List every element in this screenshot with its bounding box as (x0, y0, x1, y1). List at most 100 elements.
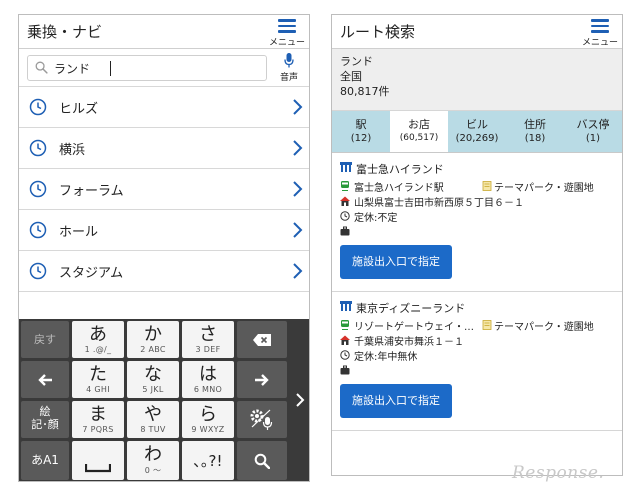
page-title: ルート検索 (340, 23, 416, 41)
history-item[interactable]: フォーラム (19, 169, 309, 210)
briefcase-icon (340, 365, 350, 375)
history-item[interactable]: スタジアム (19, 251, 309, 292)
undo-key[interactable]: 戻す (21, 321, 69, 358)
category-label: テーマパーク・遊園地 (482, 318, 594, 333)
category-tabs: 駅 (12) お店 (60,517) ビル (20,269) 住所 (18) バス停 (1… (332, 111, 622, 153)
address: 千葉県浦安市舞浜１－１ (340, 333, 614, 348)
chevron-right-icon (293, 140, 303, 156)
hamburger-icon (278, 19, 296, 33)
cursor-left-key[interactable] (21, 361, 69, 398)
search-summary: ランド 全国 80,817件 (332, 49, 622, 111)
left-header: 乗換・ナビ メニュー (19, 15, 309, 49)
input-mode-key[interactable]: あA1 (21, 441, 69, 480)
nearest-station: リゾートゲートウェイ・… テーマパーク・遊園地 (340, 318, 614, 333)
key-ya[interactable]: や8 TUV (127, 401, 179, 438)
search-keyword: ランド (340, 55, 373, 68)
briefcase-icon (340, 226, 350, 236)
result-title[interactable]: 東京ディズニーランド (340, 300, 614, 318)
clock-icon (29, 180, 47, 198)
space-key[interactable] (72, 441, 124, 480)
response-watermark: Response. (512, 463, 605, 483)
clock-icon (29, 221, 47, 239)
building-icon (340, 301, 352, 311)
clock-icon (340, 350, 350, 360)
key-ha[interactable]: は6 MNO (182, 361, 234, 398)
gear-microphone-icon (250, 409, 273, 430)
clock-icon (29, 139, 47, 157)
key-a[interactable]: あ1 .@/_ (72, 321, 124, 358)
menu-button[interactable]: メニュー (267, 17, 307, 48)
briefcase-row (340, 224, 614, 239)
space-icon (84, 464, 112, 473)
history-label: スタジアム (59, 266, 124, 281)
key-sa[interactable]: さ3 DEF (182, 321, 234, 358)
search-icon (35, 61, 48, 74)
tab-bus-stop[interactable]: バス停 (1) (564, 111, 622, 152)
backspace-key[interactable] (237, 321, 287, 358)
history-label: ホール (59, 225, 99, 240)
train-icon (341, 320, 349, 330)
tab-station[interactable]: 駅 (12) (332, 111, 390, 152)
menu-label: メニュー (268, 37, 305, 48)
set-facility-entrance-button[interactable]: 施設出入口で指定 (340, 384, 452, 418)
tag-icon (482, 320, 492, 330)
search-bar: 音声 (19, 49, 309, 87)
route-search-screen: ルート検索 メニュー ランド 全国 80,817件 駅 (12) お店 (60,51… (331, 14, 623, 476)
software-keyboard: 戻す 絵 記･顔 あA1 あ1 .@/_ か2 ABC さ3 DEF た4 GH… (19, 319, 309, 481)
search-input[interactable] (54, 59, 254, 77)
chevron-right-icon (293, 222, 303, 238)
search-key[interactable] (237, 441, 287, 480)
tag-icon (482, 181, 492, 191)
briefcase-row (340, 363, 614, 378)
key-ta[interactable]: た4 GHI (72, 361, 124, 398)
key-ra[interactable]: ら9 WXYZ (182, 401, 234, 438)
result-title[interactable]: 富士急ハイランド (340, 161, 614, 179)
nearest-station: 富士急ハイランド駅 テーマパーク・遊園地 (340, 179, 614, 194)
emoji-key[interactable]: 絵 記･顔 (21, 401, 69, 438)
punctuation-key[interactable]: ､｡?! (182, 441, 234, 480)
chevron-right-icon (293, 99, 303, 115)
transit-navi-screen: 乗換・ナビ メニュー 音声 ヒルズ (18, 14, 310, 482)
result-card: 東京ディズニーランド リゾートゲートウェイ・… テーマパーク・遊園地 千葉県浦安… (332, 292, 622, 431)
key-ka[interactable]: か2 ABC (127, 321, 179, 358)
hamburger-icon (591, 19, 609, 33)
text-caret (110, 61, 111, 76)
right-header: ルート検索 メニュー (332, 15, 622, 49)
clock-icon (340, 211, 350, 221)
category-label: テーマパーク・遊園地 (482, 179, 594, 194)
clock-icon (29, 98, 47, 116)
train-icon (341, 181, 349, 191)
key-wa[interactable]: わ0 ～ (127, 441, 179, 480)
microphone-icon (284, 53, 294, 68)
arrow-right-icon (255, 374, 269, 386)
search-area: 全国 (340, 70, 362, 83)
tab-address[interactable]: 住所 (18) (506, 111, 564, 152)
history-item[interactable]: ホール (19, 210, 309, 251)
settings-voice-key[interactable] (237, 401, 287, 438)
history-item[interactable]: ヒルズ (19, 87, 309, 128)
keyboard-expand-key[interactable] (290, 321, 309, 480)
key-na[interactable]: な5 JKL (127, 361, 179, 398)
cursor-right-key[interactable] (237, 361, 287, 398)
arrow-left-icon (38, 374, 52, 386)
history-item[interactable]: 横浜 (19, 128, 309, 169)
house-icon (340, 335, 350, 345)
search-icon (254, 453, 271, 470)
key-ma[interactable]: ま7 PQRS (72, 401, 124, 438)
tab-building[interactable]: ビル (20,269) (448, 111, 506, 152)
address: 山梨県富士吉田市新西原５丁目６－１ (340, 194, 614, 209)
building-icon (340, 162, 352, 172)
history-label: ヒルズ (59, 102, 99, 117)
result-card: 富士急ハイランド 富士急ハイランド駅 テーマパーク・遊園地 山梨県富士吉田市新西… (332, 153, 622, 292)
voice-input-button[interactable]: 音声 (275, 52, 303, 84)
clock-icon (29, 262, 47, 280)
set-facility-entrance-button[interactable]: 施設出入口で指定 (340, 245, 452, 279)
chevron-right-icon (293, 181, 303, 197)
menu-button[interactable]: メニュー (580, 17, 620, 48)
tab-shop[interactable]: お店 (60,517) (390, 111, 448, 152)
chevron-right-icon (293, 263, 303, 279)
history-label: 横浜 (59, 143, 86, 158)
house-icon (340, 196, 350, 206)
chevron-right-icon (296, 393, 305, 407)
search-box[interactable] (27, 55, 267, 81)
